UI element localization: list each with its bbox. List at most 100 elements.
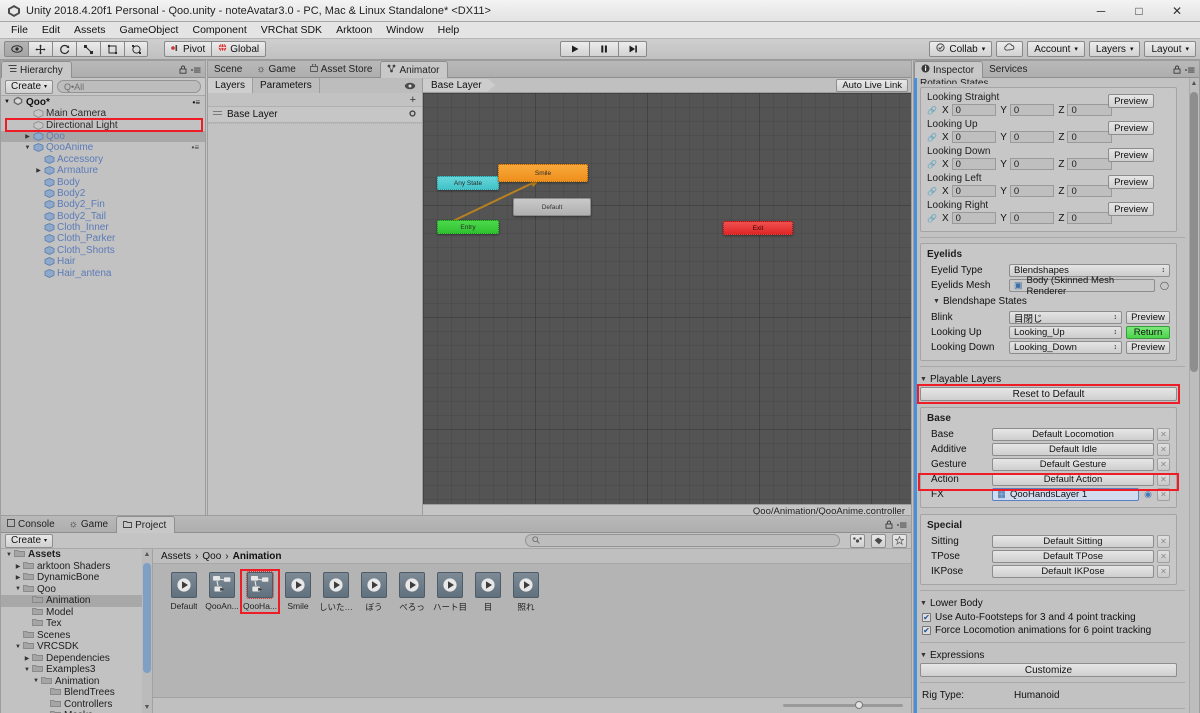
hierarchy-item[interactable]: ▼ QooAnime •≡ xyxy=(1,142,205,153)
eye-icon[interactable] xyxy=(404,78,422,93)
checkbox-auto-footsteps[interactable]: ✔ xyxy=(922,613,931,622)
playable-layer-field[interactable]: Default Action xyxy=(992,473,1154,486)
hierarchy-create-button[interactable]: Create ▾ xyxy=(5,79,54,94)
favorites-button[interactable] xyxy=(892,533,907,548)
project-tree-item[interactable]: Scenes xyxy=(1,630,152,642)
playable-layer-field[interactable]: Default Gesture xyxy=(992,458,1154,471)
collab-button[interactable]: Collab ▾ xyxy=(929,41,993,57)
project-tree-item[interactable]: ▼ Examples3 xyxy=(1,664,152,676)
clear-layer-button[interactable]: ✕ xyxy=(1157,443,1170,456)
play-button[interactable] xyxy=(560,41,589,57)
hierarchy-search-input[interactable]: Q•All xyxy=(57,80,201,93)
rotation-x-input[interactable]: 0 xyxy=(951,185,997,197)
tab-animator[interactable]: Animator xyxy=(380,61,449,78)
preview-button[interactable]: Preview xyxy=(1108,121,1154,135)
menu-arktoon[interactable]: Arktoon xyxy=(329,23,379,37)
breadcrumb-segment[interactable]: Assets xyxy=(161,551,191,562)
hierarchy-item[interactable]: Body2_Fin xyxy=(1,199,205,210)
rotation-z-input[interactable]: 0 xyxy=(1067,185,1112,197)
close-button[interactable]: ✕ xyxy=(1158,0,1196,21)
blendshape-state-dropdown[interactable]: Looking_Down ↕ xyxy=(1009,341,1122,354)
hierarchy-item[interactable]: Cloth_Shorts xyxy=(1,245,205,256)
menu-file[interactable]: File xyxy=(4,23,35,37)
lock-icon[interactable] xyxy=(179,65,187,77)
object-picker-icon[interactable]: ◯ xyxy=(1159,281,1170,290)
project-tree-item[interactable]: ▶ Dependencies xyxy=(1,653,152,665)
preview-button[interactable]: Preview xyxy=(1108,202,1154,216)
project-asset-grid[interactable]: Default QooAn... QooHa... Smile しいた… ぼう べろっ ハート… xyxy=(153,564,911,697)
layer-settings-icon[interactable] xyxy=(408,109,417,121)
hierarchy-item[interactable]: Main Camera xyxy=(1,108,205,119)
lock-icon[interactable] xyxy=(1173,65,1181,77)
disclosure-triangle-icon[interactable]: ▼ xyxy=(13,644,23,650)
hierarchy-item[interactable]: Hair_antena xyxy=(1,267,205,279)
hierarchy-item[interactable]: Cloth_Inner xyxy=(1,222,205,233)
subtab-parameters[interactable]: Parameters xyxy=(253,78,320,93)
hierarchy-item[interactable]: Body xyxy=(1,176,205,188)
hierarchy-row-menu-icon[interactable]: •≡ xyxy=(192,143,205,152)
panel-menu-icon[interactable] xyxy=(897,521,907,532)
blendshape-state-dropdown[interactable]: 目閉じ ↕ xyxy=(1009,311,1122,325)
subtab-layers[interactable]: Layers xyxy=(208,78,254,93)
tab-game[interactable]: ☼ Game xyxy=(250,61,303,77)
clear-layer-button[interactable]: ✕ xyxy=(1157,535,1170,548)
tab-scene[interactable]: Scene xyxy=(208,61,250,77)
disclosure-triangle-icon[interactable]: ▼ xyxy=(31,678,41,684)
breadcrumb-segment[interactable]: Animation xyxy=(233,551,282,562)
hierarchy-item[interactable]: Accessory xyxy=(1,154,205,165)
rotation-y-input[interactable]: 0 xyxy=(1009,212,1055,224)
move-tool-button[interactable] xyxy=(28,41,52,57)
hierarchy-item[interactable]: ▶ Qoo xyxy=(1,130,205,143)
disclosure-triangle-icon[interactable]: ▶ xyxy=(13,574,23,581)
account-dropdown[interactable]: Account ▾ xyxy=(1027,41,1085,57)
asset-item[interactable]: べろっ xyxy=(393,572,431,697)
hierarchy-item[interactable]: Hair xyxy=(1,256,205,267)
hierarchy-item[interactable]: Directional Light xyxy=(1,119,205,131)
pause-button[interactable] xyxy=(589,41,618,57)
preview-button[interactable]: Preview xyxy=(1108,175,1154,189)
object-picker-icon[interactable]: ◉ xyxy=(1142,489,1154,500)
clear-layer-button[interactable]: ✕ xyxy=(1157,428,1170,441)
rotation-x-input[interactable]: 0 xyxy=(951,212,997,224)
rotation-x-input[interactable]: 0 xyxy=(951,104,997,116)
project-tree-item[interactable]: ▼ VRCSDK xyxy=(1,641,152,653)
return-button[interactable]: Return xyxy=(1126,326,1170,339)
rotation-z-input[interactable]: 0 xyxy=(1067,104,1112,116)
scale-tool-button[interactable] xyxy=(76,41,100,57)
disclosure-triangle-icon[interactable]: ▶ xyxy=(22,133,33,140)
animator-state-node[interactable]: Entry xyxy=(437,220,499,234)
project-create-button[interactable]: Create ▾ xyxy=(5,533,54,548)
tab-game-bottom[interactable]: ☼ Game xyxy=(63,516,116,532)
asset-item[interactable]: 目 xyxy=(469,572,507,697)
checkbox-force-locomotion[interactable]: ✔ xyxy=(922,626,931,635)
project-tree-scrollbar[interactable]: ▲ ▼ xyxy=(142,549,152,713)
scroll-down-icon[interactable]: ▼ xyxy=(143,704,151,711)
menu-gameobject[interactable]: GameObject xyxy=(113,23,186,37)
preview-button[interactable]: Preview xyxy=(1126,311,1170,324)
scene-menu-icon[interactable]: •≡ xyxy=(193,98,205,107)
menu-assets[interactable]: Assets xyxy=(67,23,113,37)
customize-button[interactable]: Customize xyxy=(920,663,1177,677)
asset-item[interactable]: ハート目 xyxy=(431,572,469,697)
hierarchy-scene-row[interactable]: ▼ Qoo* •≡ xyxy=(1,96,205,108)
disclosure-triangle-icon[interactable]: ▼ xyxy=(4,552,14,558)
playable-layer-objectfield[interactable]: ▦ QooHandsLayer 1 xyxy=(992,488,1139,501)
lock-icon[interactable] xyxy=(885,520,893,532)
disclosure-triangle-icon[interactable]: ▼ xyxy=(22,667,32,673)
rotation-z-input[interactable]: 0 xyxy=(1067,131,1112,143)
clear-layer-button[interactable]: ✕ xyxy=(1157,473,1170,486)
cloud-button[interactable] xyxy=(996,41,1024,57)
disclosure-triangle-icon[interactable]: ▼ xyxy=(22,145,33,151)
auto-live-link-button[interactable]: Auto Live Link xyxy=(836,78,908,92)
lower-body-foldout[interactable]: ▼ Lower Body xyxy=(914,596,1189,611)
panel-menu-icon[interactable] xyxy=(1185,66,1195,77)
disclosure-triangle-icon[interactable]: ▼ xyxy=(13,586,23,592)
animator-state-node[interactable]: Any State xyxy=(437,176,499,190)
playable-layer-field[interactable]: Default Sitting xyxy=(992,535,1154,548)
tab-services[interactable]: Services xyxy=(983,61,1035,77)
rotation-z-input[interactable]: 0 xyxy=(1067,212,1112,224)
add-layer-button[interactable]: + xyxy=(208,93,422,106)
project-tree-item[interactable]: ▶ DynamicBone xyxy=(1,572,152,584)
clear-layer-button[interactable]: ✕ xyxy=(1157,458,1170,471)
inspector-scrollbar[interactable]: ▲ ▼ xyxy=(1189,78,1199,713)
